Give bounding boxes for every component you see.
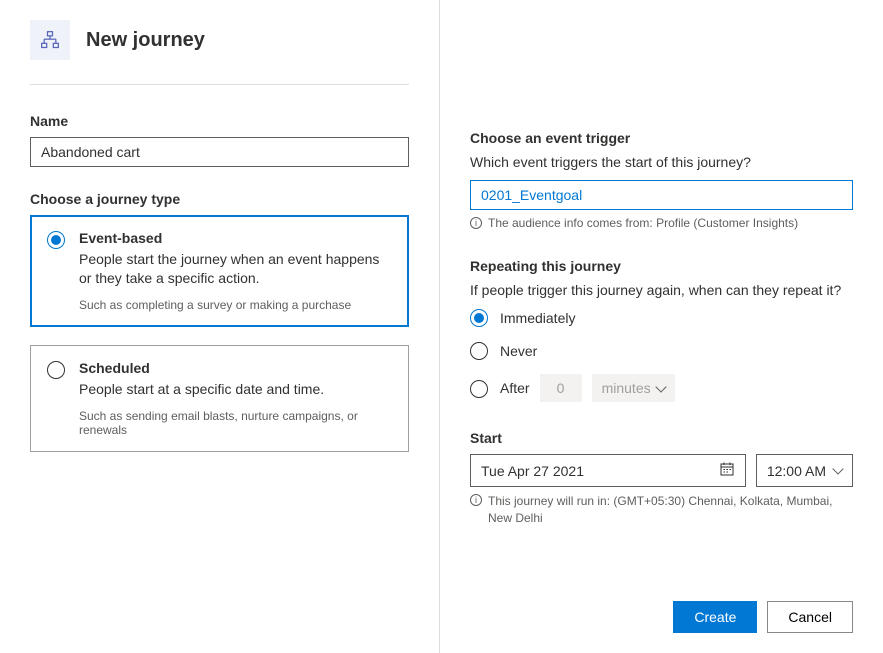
repeat-group: Repeating this journey If people trigger… bbox=[470, 258, 853, 402]
repeat-immediately-label: Immediately bbox=[500, 310, 575, 326]
info-icon: i bbox=[470, 494, 482, 506]
start-date-value: Tue Apr 27 2021 bbox=[481, 463, 584, 479]
repeat-after-label: After bbox=[500, 380, 530, 396]
radio-icon bbox=[470, 309, 488, 327]
name-input[interactable] bbox=[30, 137, 409, 167]
radio-content: Scheduled People start at a specific dat… bbox=[79, 360, 392, 437]
new-journey-dialog: New journey Name Choose a journey type E… bbox=[0, 0, 883, 653]
event-trigger-group: Choose an event trigger Which event trig… bbox=[470, 130, 853, 230]
dialog-header: New journey bbox=[30, 20, 409, 85]
start-time-input[interactable]: 12:00 AM bbox=[756, 454, 853, 487]
radio-icon bbox=[470, 342, 488, 360]
scheduled-example: Such as sending email blasts, nurture ca… bbox=[79, 409, 392, 437]
event-based-title: Event-based bbox=[79, 230, 392, 246]
radio-content: Event-based People start the journey whe… bbox=[79, 230, 392, 312]
repeat-immediately[interactable]: Immediately bbox=[470, 308, 853, 327]
repeat-never[interactable]: Never bbox=[470, 341, 853, 360]
after-row: After minutes bbox=[500, 374, 675, 402]
journey-icon bbox=[30, 20, 70, 60]
repeat-label: Repeating this journey bbox=[470, 258, 853, 274]
tz-info-row: i This journey will run in: (GMT+05:30) … bbox=[470, 493, 853, 527]
start-label: Start bbox=[470, 430, 853, 446]
create-button[interactable]: Create bbox=[673, 601, 757, 633]
scheduled-desc: People start at a specific date and time… bbox=[79, 380, 392, 399]
info-icon: i bbox=[470, 217, 482, 229]
scheduled-title: Scheduled bbox=[79, 360, 392, 376]
name-field-group: Name bbox=[30, 113, 409, 167]
right-panel: Choose an event trigger Which event trig… bbox=[440, 0, 883, 653]
start-row: Tue Apr 27 2021 bbox=[470, 454, 853, 487]
repeat-after[interactable]: After minutes bbox=[470, 374, 853, 402]
radio-icon bbox=[470, 380, 488, 398]
repeat-never-label: Never bbox=[500, 343, 537, 359]
trigger-sublabel: Which event triggers the start of this j… bbox=[470, 154, 853, 170]
journey-type-event-based[interactable]: Event-based People start the journey whe… bbox=[30, 215, 409, 327]
cancel-button[interactable]: Cancel bbox=[767, 601, 853, 633]
radio-icon bbox=[47, 231, 65, 249]
journey-type-scheduled[interactable]: Scheduled People start at a specific dat… bbox=[30, 345, 409, 452]
start-time-value: 12:00 AM bbox=[767, 463, 826, 479]
radio-icon bbox=[47, 361, 65, 379]
left-panel: New journey Name Choose a journey type E… bbox=[0, 0, 440, 653]
repeat-after-unit-select[interactable]: minutes bbox=[592, 374, 675, 402]
event-based-desc: People start the journey when an event h… bbox=[79, 250, 392, 288]
chevron-down-icon bbox=[832, 463, 843, 474]
chevron-down-icon bbox=[655, 381, 666, 392]
right-content: Choose an event trigger Which event trig… bbox=[470, 20, 853, 581]
start-date-input[interactable]: Tue Apr 27 2021 bbox=[470, 454, 746, 487]
journey-type-label: Choose a journey type bbox=[30, 191, 409, 207]
repeat-sublabel: If people trigger this journey again, wh… bbox=[470, 282, 853, 298]
name-label: Name bbox=[30, 113, 409, 129]
dialog-footer: Create Cancel bbox=[470, 581, 853, 633]
start-group: Start Tue Apr 27 2021 bbox=[470, 430, 853, 527]
trigger-info-row: i The audience info comes from: Profile … bbox=[470, 216, 853, 230]
event-based-example: Such as completing a survey or making a … bbox=[79, 298, 392, 312]
repeat-after-value[interactable] bbox=[540, 374, 582, 402]
repeat-after-unit: minutes bbox=[602, 380, 651, 396]
repeat-options: Immediately Never After minutes bbox=[470, 308, 853, 402]
trigger-label: Choose an event trigger bbox=[470, 130, 853, 146]
page-title: New journey bbox=[86, 29, 205, 52]
trigger-info-text: The audience info comes from: Profile (C… bbox=[488, 216, 798, 230]
calendar-icon bbox=[719, 461, 735, 480]
trigger-input[interactable] bbox=[470, 180, 853, 210]
journey-type-group: Choose a journey type Event-based People… bbox=[30, 191, 409, 452]
tz-info-text: This journey will run in: (GMT+05:30) Ch… bbox=[488, 493, 853, 527]
